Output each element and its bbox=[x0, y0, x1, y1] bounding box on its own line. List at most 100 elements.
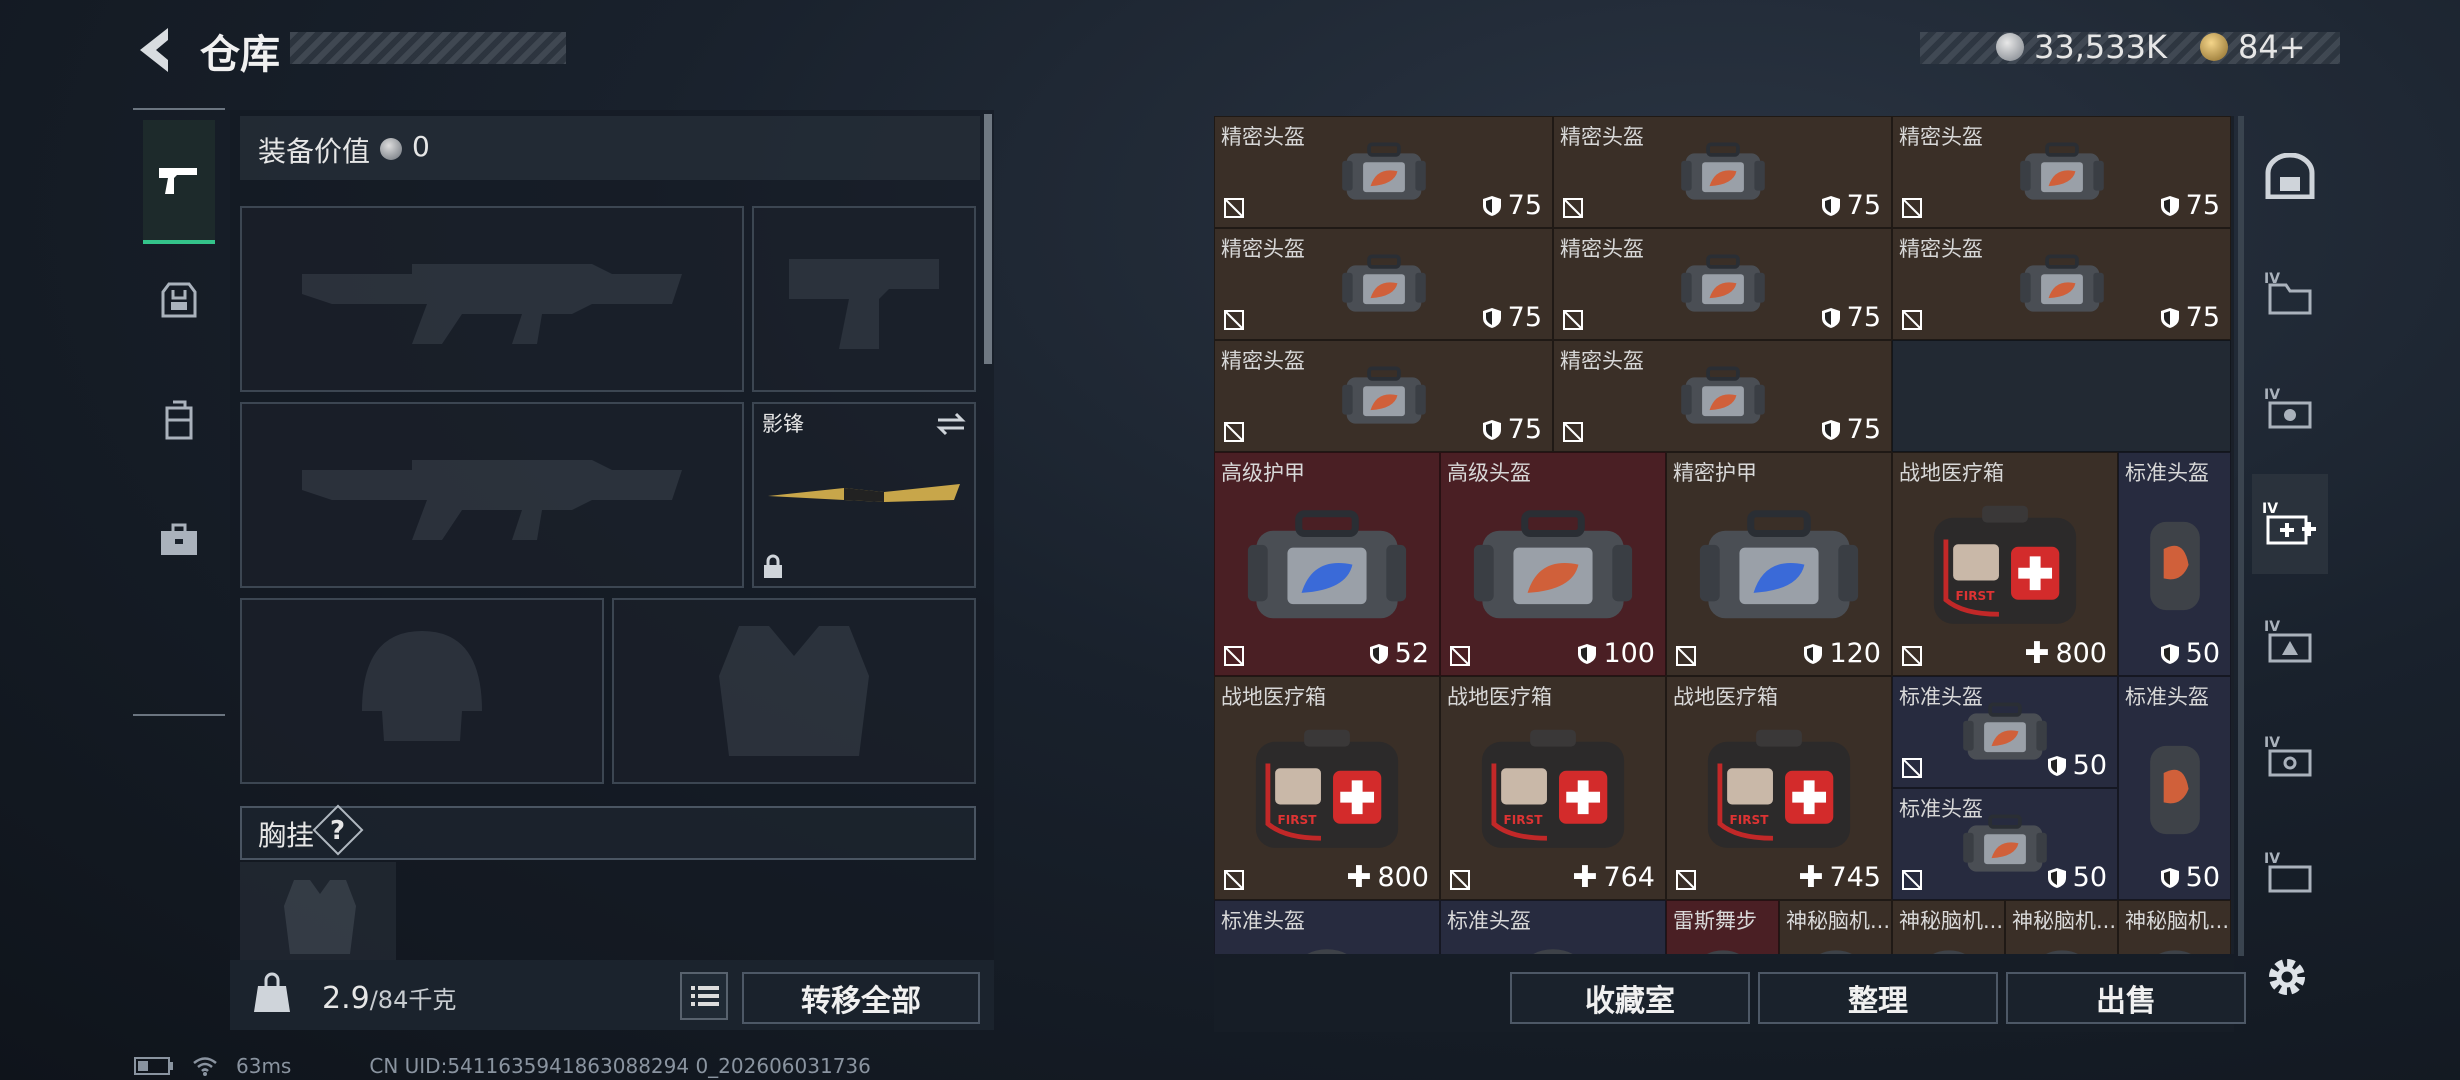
item-name: 神秘脑机... bbox=[1899, 909, 2004, 933]
item-value-text: 50 bbox=[2185, 862, 2220, 893]
equipment-category-nav bbox=[133, 108, 225, 716]
stash-item[interactable]: 高级头盔 100 bbox=[1440, 452, 1666, 676]
bag-icon bbox=[2017, 139, 2107, 210]
item-name: 精密头盔 bbox=[1221, 125, 1305, 149]
item-value: 50 bbox=[2047, 750, 2107, 781]
item-name: 神秘脑机... bbox=[1786, 909, 1891, 933]
stash-item[interactable]: 精密头盔 75 bbox=[1214, 340, 1553, 452]
empty-stash-space[interactable] bbox=[1892, 340, 2231, 452]
stash-item[interactable]: FIRST 战地医疗箱 ✚ 800 bbox=[1892, 452, 2118, 676]
blade-icon bbox=[768, 484, 960, 502]
helmet-slot[interactable] bbox=[240, 598, 604, 784]
chest-rig-slot[interactable] bbox=[240, 862, 396, 962]
stash-item[interactable]: 神秘脑机... bbox=[1779, 900, 1892, 954]
collection-room-button[interactable]: 收藏室 bbox=[1510, 972, 1750, 1024]
nav-weapons[interactable] bbox=[143, 120, 215, 244]
swap-icon[interactable] bbox=[936, 412, 966, 436]
heal-icon: ✚ bbox=[1798, 859, 1824, 895]
stash-item[interactable]: 精密头盔 75 bbox=[1553, 116, 1892, 228]
item-value-text: 75 bbox=[1507, 302, 1542, 333]
secondary-weapon-slot[interactable] bbox=[240, 402, 744, 588]
shield-icon bbox=[1577, 643, 1597, 665]
nav-armor[interactable] bbox=[143, 240, 215, 360]
no-insurance-icon bbox=[1223, 645, 1245, 667]
stash-scrollbar[interactable] bbox=[2238, 116, 2244, 956]
ping-value: 63ms bbox=[236, 1054, 292, 1078]
stash-tab-armor[interactable]: IV bbox=[2252, 590, 2328, 690]
pistol-slot[interactable] bbox=[752, 206, 976, 392]
stash-item[interactable]: 神秘脑机... bbox=[1892, 900, 2005, 954]
svg-text:IV: IV bbox=[2262, 501, 2278, 517]
stash-tab-medical[interactable]: IV bbox=[2252, 474, 2328, 574]
helmet-icon bbox=[2141, 729, 2209, 856]
stash-item[interactable]: 精密头盔 75 bbox=[1214, 228, 1553, 340]
item-value: 75 bbox=[1821, 302, 1881, 333]
item-name: 标准头盔 bbox=[1899, 685, 1983, 709]
stash-item[interactable]: 标准头盔 bbox=[1440, 900, 1666, 954]
transfer-all-button[interactable]: 转移全部 bbox=[742, 972, 980, 1024]
stash-tab-bar: IV IV IV IV IV IV bbox=[2252, 116, 2328, 936]
status-bar: 63ms CN UID:5411635941863088294 0_202606… bbox=[134, 1054, 871, 1078]
item-name: 标准头盔 bbox=[1447, 909, 1531, 933]
stash-item[interactable]: 精密头盔 75 bbox=[1553, 228, 1892, 340]
no-insurance-icon bbox=[1562, 309, 1584, 331]
stash-tab-valuables[interactable]: IV bbox=[2252, 706, 2328, 806]
item-value: 75 bbox=[1482, 190, 1542, 221]
item-name: 标准头盔 bbox=[2125, 461, 2209, 485]
item-value: ✚ 800 bbox=[2024, 638, 2107, 669]
item-value: 75 bbox=[1482, 414, 1542, 445]
nav-backpack[interactable] bbox=[143, 360, 215, 480]
helmet-icon bbox=[2141, 505, 2209, 632]
item-value: ✚ 764 bbox=[1572, 862, 1655, 893]
item-value: ✚ 745 bbox=[1798, 862, 1881, 893]
stash-item[interactable]: 神秘脑机... bbox=[2118, 900, 2231, 954]
melee-slot[interactable]: 影锋 bbox=[752, 402, 976, 588]
equipment-scrollbar[interactable] bbox=[984, 114, 992, 364]
stash-item[interactable]: 精密头盔 75 bbox=[1553, 340, 1892, 452]
item-value: 50 bbox=[2160, 638, 2220, 669]
stash-item[interactable]: FIRST 战地医疗箱 ✚ 800 bbox=[1214, 676, 1440, 900]
gold-coin-icon bbox=[2200, 33, 2228, 61]
list-view-button[interactable] bbox=[680, 972, 728, 1020]
pistol-silhouette-icon bbox=[789, 259, 939, 349]
armor-slot[interactable] bbox=[612, 598, 976, 784]
sell-button[interactable]: 出售 bbox=[2006, 972, 2246, 1024]
shield-icon bbox=[1803, 643, 1823, 665]
item-name: 高级头盔 bbox=[1447, 461, 1531, 485]
stash-item[interactable]: 雷斯舞步 bbox=[1666, 900, 1779, 954]
back-arrow-icon[interactable] bbox=[130, 22, 186, 78]
medkit-icon: FIRST bbox=[1927, 504, 2084, 633]
stash-item[interactable]: 标准头盔 50 bbox=[2118, 452, 2231, 676]
svg-text:FIRST: FIRST bbox=[1956, 589, 1996, 603]
item-name: 精密头盔 bbox=[1221, 349, 1305, 373]
stash-item[interactable]: 标准头盔 50 bbox=[1892, 788, 2118, 900]
no-insurance-icon bbox=[1223, 421, 1245, 443]
item-value: 50 bbox=[2160, 862, 2220, 893]
stash-item[interactable]: FIRST 战地医疗箱 ✚ 745 bbox=[1666, 676, 1892, 900]
bag-icon bbox=[2146, 934, 2203, 954]
settings-gear-icon[interactable] bbox=[2262, 952, 2312, 1002]
stash-item[interactable]: 神秘脑机... bbox=[2005, 900, 2118, 954]
sort-button[interactable]: 整理 bbox=[1758, 972, 1998, 1024]
item-value-text: 75 bbox=[1846, 190, 1881, 221]
stash-item[interactable]: 精密头盔 75 bbox=[1892, 228, 2231, 340]
shield-icon bbox=[1821, 307, 1841, 329]
stash-item[interactable]: 精密护甲 120 bbox=[1666, 452, 1892, 676]
carry-weight: 2.9/84千克 bbox=[322, 980, 456, 1016]
primary-weapon-slot[interactable] bbox=[240, 206, 744, 392]
stash-tab-folder[interactable]: IV bbox=[2252, 242, 2328, 342]
stash-tab-tools[interactable]: IV bbox=[2252, 358, 2328, 458]
item-name: 标准头盔 bbox=[1899, 797, 1983, 821]
stash-item[interactable]: 高级护甲 52 bbox=[1214, 452, 1440, 676]
nav-toolbox[interactable] bbox=[143, 480, 215, 600]
stash-tab-misc[interactable]: IV bbox=[2252, 822, 2328, 922]
stash-item[interactable]: 精密头盔 75 bbox=[1214, 116, 1553, 228]
stash-item[interactable]: 标准头盔 50 bbox=[2118, 676, 2231, 900]
stash-item[interactable]: 精密头盔 75 bbox=[1892, 116, 2231, 228]
wifi-icon bbox=[193, 1057, 217, 1076]
stash-item[interactable]: 标准头盔 bbox=[1214, 900, 1440, 954]
silver-coin-icon bbox=[1996, 33, 2024, 61]
stash-item[interactable]: 标准头盔 50 bbox=[1892, 676, 2118, 788]
stash-tab-main[interactable] bbox=[2252, 126, 2328, 226]
stash-item[interactable]: FIRST 战地医疗箱 ✚ 764 bbox=[1440, 676, 1666, 900]
